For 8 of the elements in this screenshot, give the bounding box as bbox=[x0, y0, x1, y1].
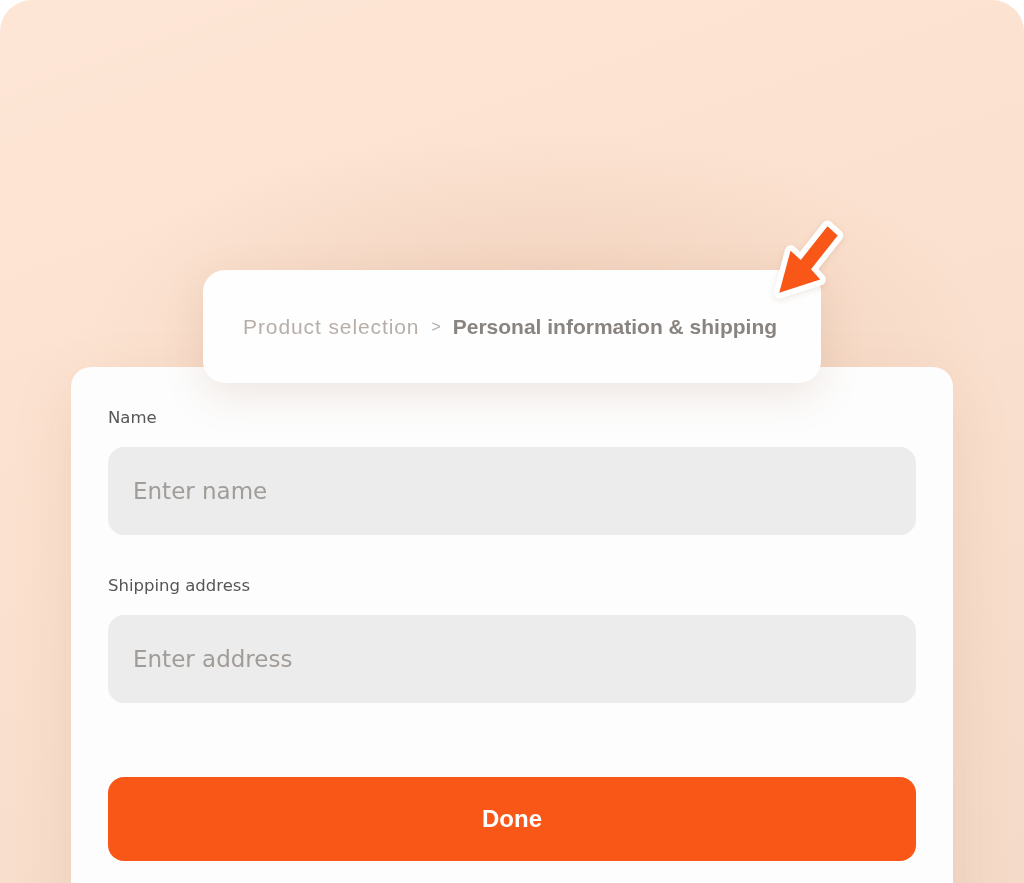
breadcrumb-current: Personal information & shipping bbox=[452, 314, 778, 339]
field-label: Name bbox=[108, 408, 157, 428]
input-field[interactable]: Enter address bbox=[108, 615, 916, 703]
breadcrumb-separator: > bbox=[431, 317, 441, 336]
input-field[interactable]: Enter name bbox=[108, 447, 916, 535]
field-label: Shipping address bbox=[108, 576, 251, 596]
done-button[interactable]: Done bbox=[108, 777, 916, 861]
breadcrumb-link[interactable]: Product selection bbox=[243, 314, 420, 339]
